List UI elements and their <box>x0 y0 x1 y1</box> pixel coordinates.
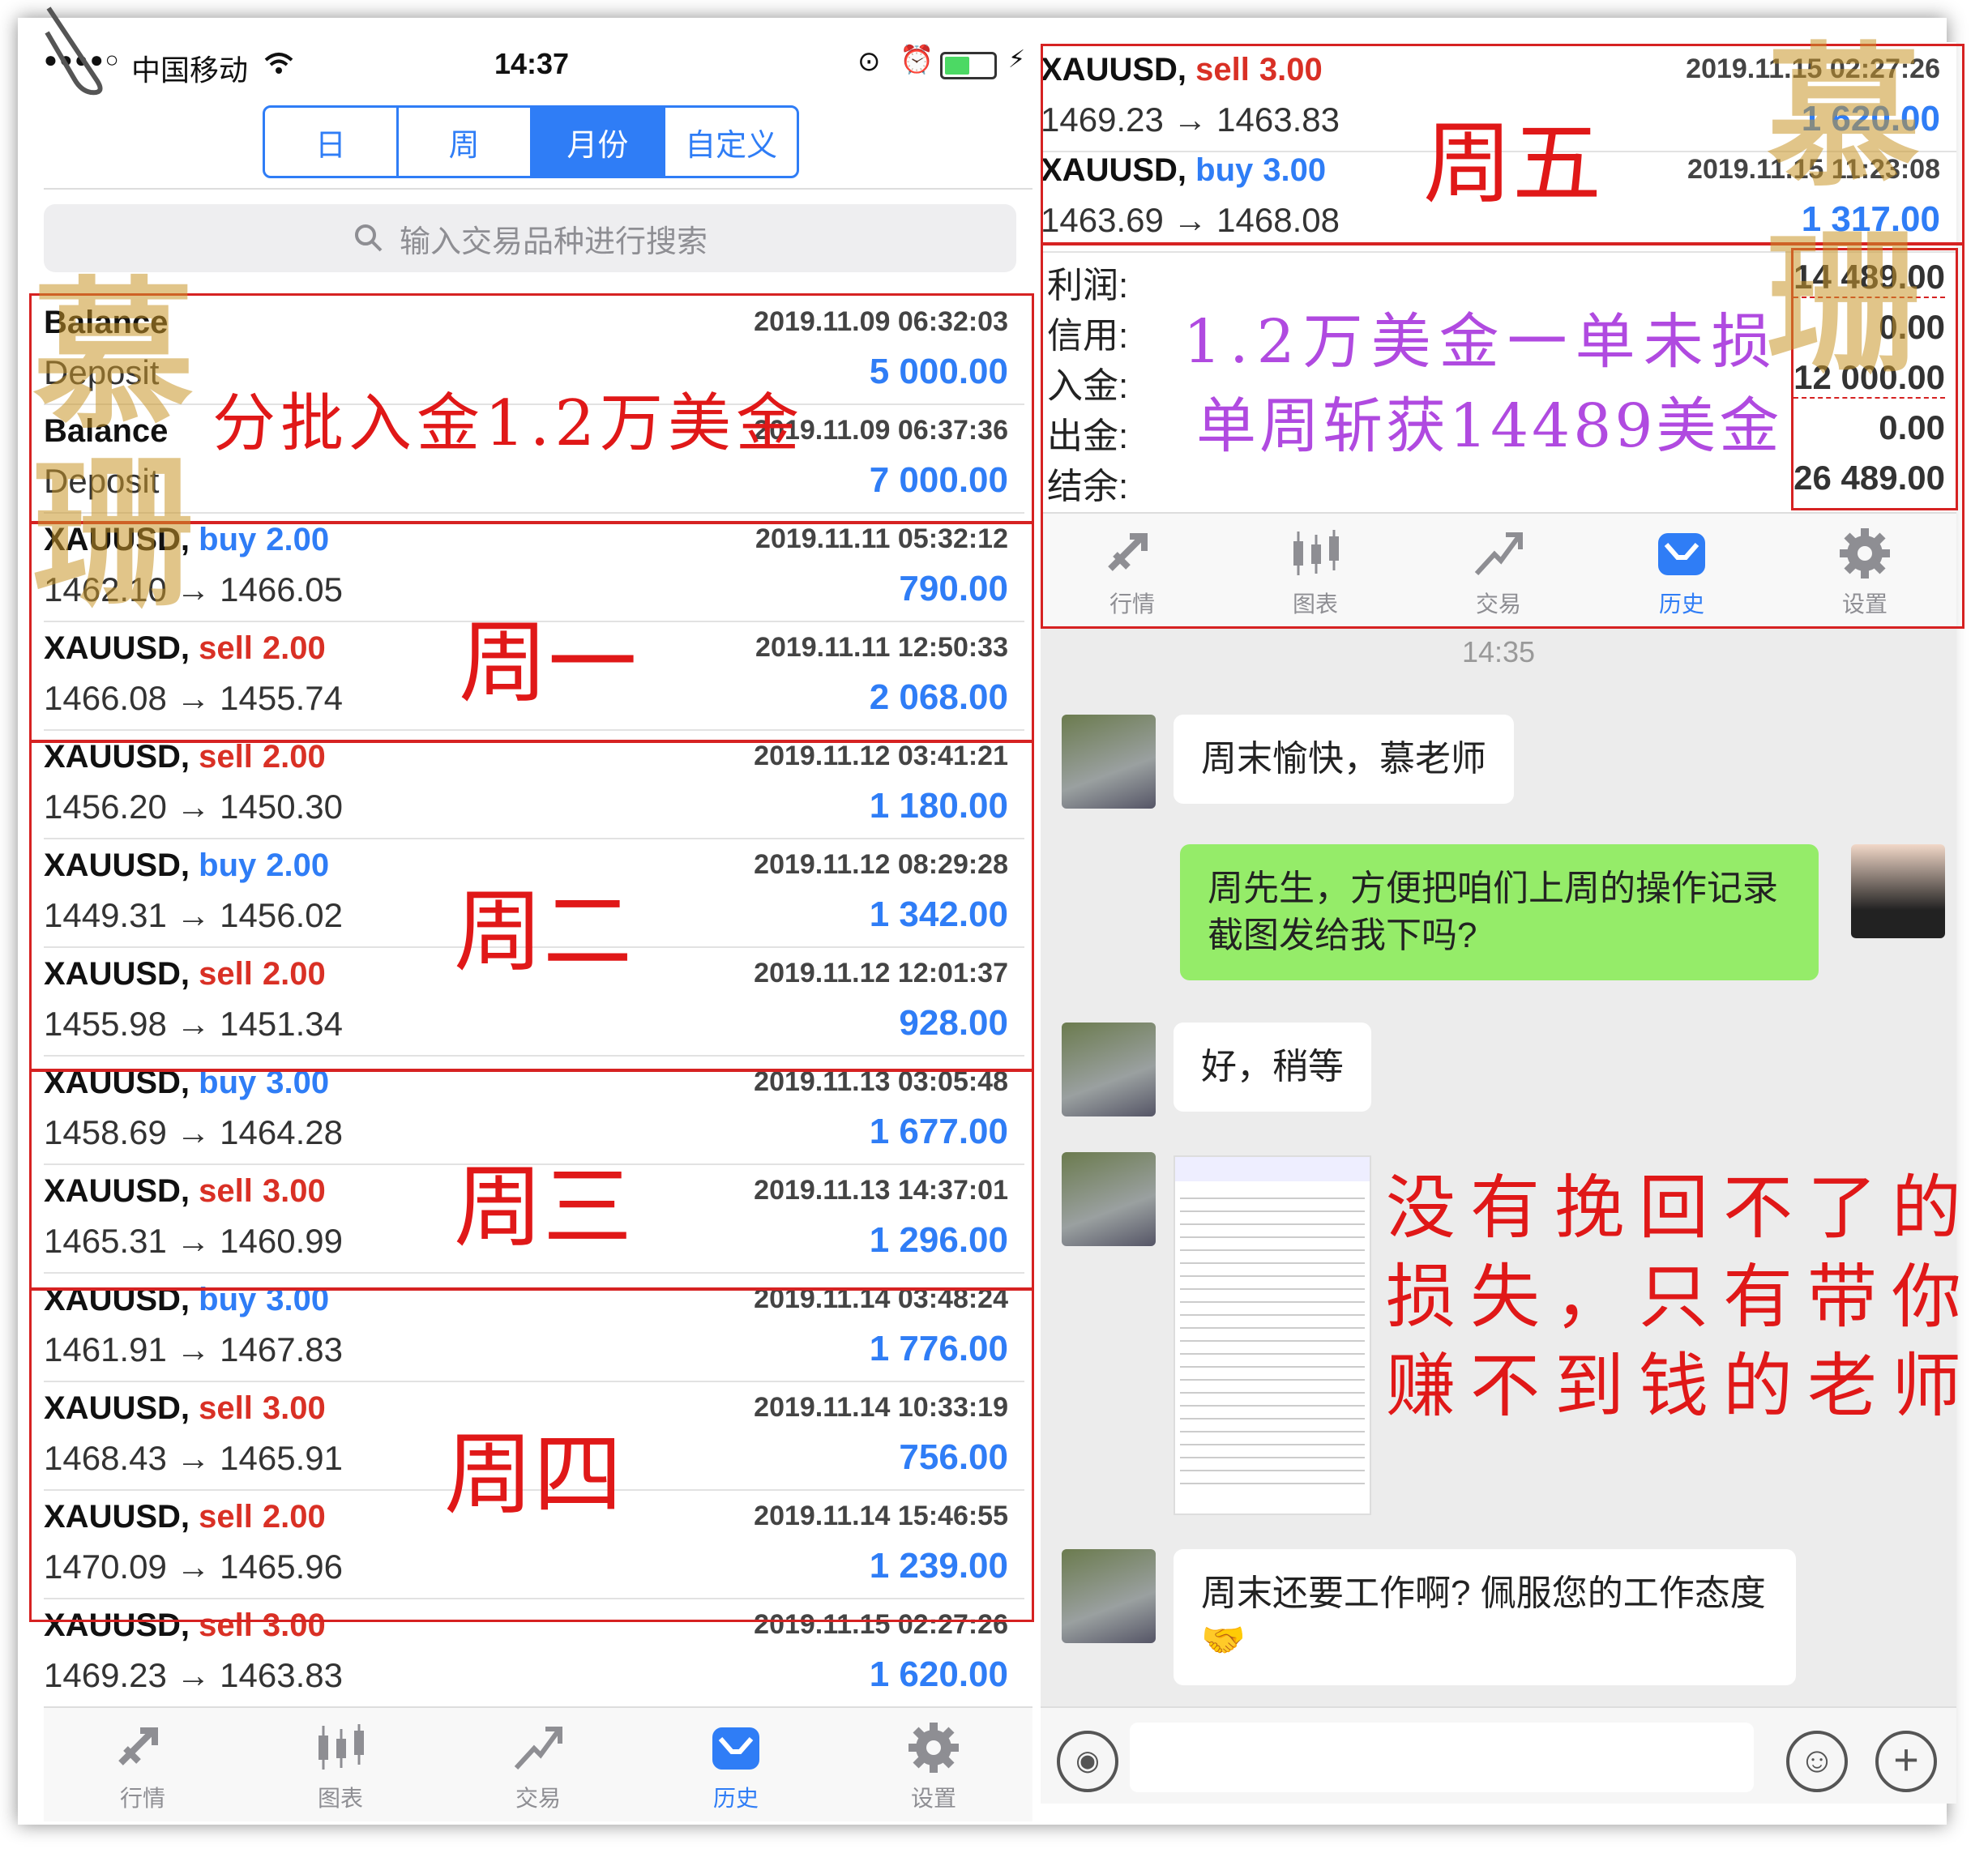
gear-icon <box>908 1723 959 1773</box>
watermark-logo: 慕珊 <box>1767 27 1922 394</box>
avatar[interactable] <box>1062 1549 1156 1643</box>
lock-rotation-icon: ⊙ <box>857 46 881 77</box>
wifi-icon <box>264 53 293 74</box>
segment-custom[interactable]: 自定义 <box>665 108 797 176</box>
paperclip-icon <box>45 6 103 96</box>
tab-chart[interactable]: 图表 <box>242 1708 439 1821</box>
annotation-thursday: 周四 <box>444 1423 622 1526</box>
trade-profit: 1 620.00 <box>869 1654 1008 1694</box>
chat-message-received: 好，稍等 <box>1174 1023 1371 1112</box>
emoji-icon[interactable]: ☺ <box>1786 1731 1848 1792</box>
avatar[interactable] <box>1062 715 1156 809</box>
annotation-friday: 周五 <box>1423 112 1601 216</box>
tab-history[interactable]: 历史 <box>637 1708 835 1821</box>
period-segmented-control: 日 周 月份 自定义 <box>263 105 799 178</box>
tab-quotes[interactable]: 行情 <box>44 1708 242 1821</box>
annotation-deposit: 分批入金1.2万美金 <box>212 387 805 460</box>
tab-settings[interactable]: 设置 <box>835 1708 1032 1821</box>
tab-trade[interactable]: 交易 <box>439 1708 637 1821</box>
annotation-tuesday: 周二 <box>454 880 632 984</box>
clock-time: 14:37 <box>494 47 570 80</box>
search-icon <box>354 224 383 252</box>
trade-price: 1469.23 → 1463.83 <box>44 1656 343 1694</box>
avatar[interactable] <box>1062 1152 1156 1246</box>
chat-timestamp: 14:35 <box>1461 635 1536 668</box>
charging-icon: ⚡ <box>1008 46 1026 73</box>
annotation-summary-line2: 单周斩获14489美金 <box>1196 391 1783 461</box>
segment-week[interactable]: 周 <box>399 108 532 176</box>
avatar[interactable] <box>1062 1023 1156 1116</box>
history-inbox-icon <box>712 1727 759 1770</box>
trade-icon <box>514 1727 562 1770</box>
segment-day[interactable]: 日 <box>265 108 399 176</box>
chat-input-bar: ◉ ☺ + <box>1041 1706 1956 1804</box>
annotation-slogan-line2: 损失，只有带你 <box>1386 1257 1976 1338</box>
carrier-label: 中国移动 <box>131 53 249 87</box>
battery-icon <box>940 52 997 79</box>
message-input[interactable] <box>1130 1723 1754 1792</box>
segment-month[interactable]: 月份 <box>532 108 666 176</box>
watermark-logo: 慕珊 <box>32 261 195 630</box>
annotation-slogan-line1: 没有挽回不了的 <box>1386 1168 1976 1249</box>
bottom-tab-bar: 行情 图表 交易 历史 设置 <box>44 1706 1032 1821</box>
chat-message-received: 周末还要工作啊? 佩服您的工作态度🤝 <box>1174 1549 1796 1685</box>
avatar[interactable] <box>1851 844 1945 938</box>
chat-message-sent: 周先生，方便把咱们上周的操作记录截图发给我下吗? <box>1180 844 1819 980</box>
alarm-icon: ⏰ <box>900 45 934 75</box>
voice-icon[interactable]: ◉ <box>1057 1731 1118 1792</box>
annotation-monday: 周一 <box>459 611 637 715</box>
screenshot-thumbnail-image[interactable] <box>1174 1155 1371 1515</box>
annotation-wednesday: 周三 <box>454 1155 632 1259</box>
annotation-slogan-line3: 赚不到钱的老师 <box>1386 1346 1976 1427</box>
plus-icon[interactable]: + <box>1875 1731 1937 1792</box>
chat-message-received: 周末愉快，慕老师 <box>1174 715 1514 804</box>
annotation-summary-line1: 1.2万美金一单未损 <box>1183 307 1780 377</box>
search-placeholder: 输入交易品种进行搜索 <box>399 224 708 259</box>
chart-icon <box>319 1724 364 1770</box>
status-bar: ●●●●○ 中国移动 14:37 ⊙ ⏰ ⚡ <box>44 31 1032 99</box>
quotes-icon <box>118 1727 158 1765</box>
